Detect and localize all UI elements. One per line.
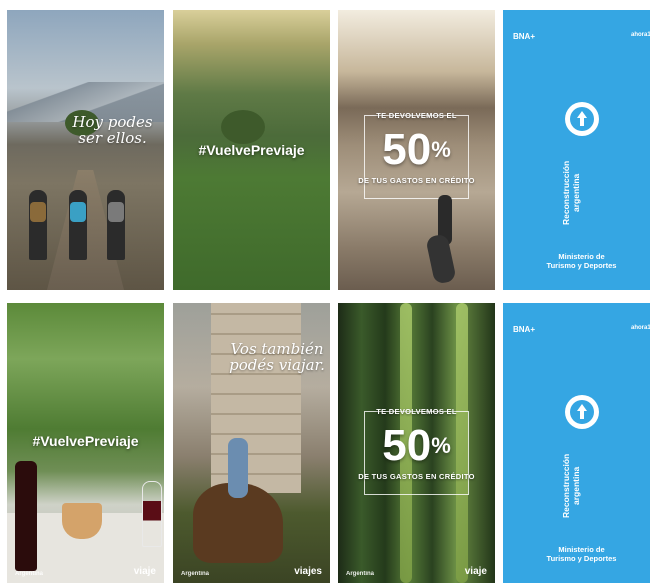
cyclist-2: [69, 190, 87, 260]
reconstruccion-line-2: argentina: [571, 173, 581, 213]
offer-top-text: TE DEVOLVEMOS EL: [376, 407, 457, 416]
wine-glass: [142, 481, 162, 547]
reconstruccion-line-1: Reconstrucción: [561, 160, 571, 226]
wine-bottle: [15, 461, 37, 571]
ad-card-blue-1[interactable]: BNA+ ahora12 Reconstrucciónargentina Min…: [503, 10, 650, 290]
cyclist-3: [107, 190, 125, 260]
bna-logo: BNA+: [513, 325, 536, 334]
stone-pillar: [211, 303, 301, 493]
offer-bottom-text: DE TUS GASTOS EN CRÉDITO: [358, 472, 475, 481]
offer-number-value: 50: [382, 421, 432, 470]
offer-number: 50%: [338, 128, 495, 172]
ad-card-wine[interactable]: #VuelvePreviaje Argentina viaje: [7, 303, 164, 583]
ministry-line-2: Turismo y Deportes: [546, 261, 617, 270]
plant-bowl: [62, 503, 102, 539]
ministry-text: Ministerio de Turismo y Deportes: [503, 545, 650, 563]
caption-line-1: Hoy podes: [72, 113, 153, 131]
ad-card-horse[interactable]: Vos también podés viajar. Argentina viaj…: [173, 303, 330, 583]
offer-number: 50%: [338, 424, 495, 468]
offer-number-value: 50: [382, 125, 432, 174]
offer-top-text: TE DEVOLVEMOS EL: [376, 111, 457, 120]
caption: Vos también podés viajar.: [228, 341, 326, 373]
argentina-logo: Argentina: [346, 571, 375, 577]
ad-card-offer-2[interactable]: TE DEVOLVEMOS EL 50% DE TUS GASTOS EN CR…: [338, 303, 495, 583]
caption-line-2: podés viajar.: [229, 356, 325, 374]
surfboard: [425, 233, 457, 285]
ahora12-logo: ahora12: [630, 325, 650, 331]
tree: [221, 110, 265, 144]
hashtag: #VuelvePreviaje: [32, 433, 139, 449]
cyclist-1: [29, 190, 47, 260]
caption-line-2: ser ellos.: [78, 129, 147, 147]
ministry-line-1: Ministerio de: [558, 252, 605, 261]
bna-logo: BNA+: [513, 32, 536, 41]
offer-percent: %: [431, 433, 451, 458]
reconstruccion-text: Reconstrucción argentina: [561, 443, 601, 529]
ad-card-offer-1[interactable]: TE DEVOLVEMOS EL 50% DE TUS GASTOS EN CR…: [338, 10, 495, 290]
ahora12-logo: ahora12: [630, 32, 650, 38]
ad-card-blue-2[interactable]: BNA+ ahora12 Reconstrucciónargentina Min…: [503, 303, 650, 583]
reconstruccion-arrow-icon: [565, 395, 599, 429]
previaje-logo: viaje: [133, 566, 156, 577]
ad-card-field[interactable]: #VuelvePreviaje: [173, 10, 330, 290]
ministry-line-1: Ministerio de: [558, 545, 605, 554]
reconstruccion-line-2: argentina: [571, 466, 581, 506]
reconstruccion-line-1: Reconstrucción: [561, 453, 571, 519]
ad-card-bikes[interactable]: Hoy podes ser ellos.: [7, 10, 164, 290]
ministry-line-2: Turismo y Deportes: [546, 554, 617, 563]
argentina-logo: Argentina: [181, 571, 210, 577]
offer-bottom-text: DE TUS GASTOS EN CRÉDITO: [358, 176, 475, 185]
reconstruccion-arrow-icon: [565, 102, 599, 136]
caption-line-1: Vos también: [230, 340, 324, 358]
ministry-text: Ministerio de Turismo y Deportes: [503, 252, 650, 270]
rider: [228, 438, 248, 498]
offer-percent: %: [431, 137, 451, 162]
previaje-logo: viajes: [294, 566, 322, 577]
previaje-logo: viaje: [464, 566, 487, 577]
hashtag: #VuelvePreviaje: [198, 142, 305, 158]
caption: Hoy podes ser ellos.: [65, 114, 160, 146]
argentina-logo: Argentina: [15, 571, 44, 577]
reconstruccion-text: Reconstrucción argentina: [561, 150, 601, 236]
